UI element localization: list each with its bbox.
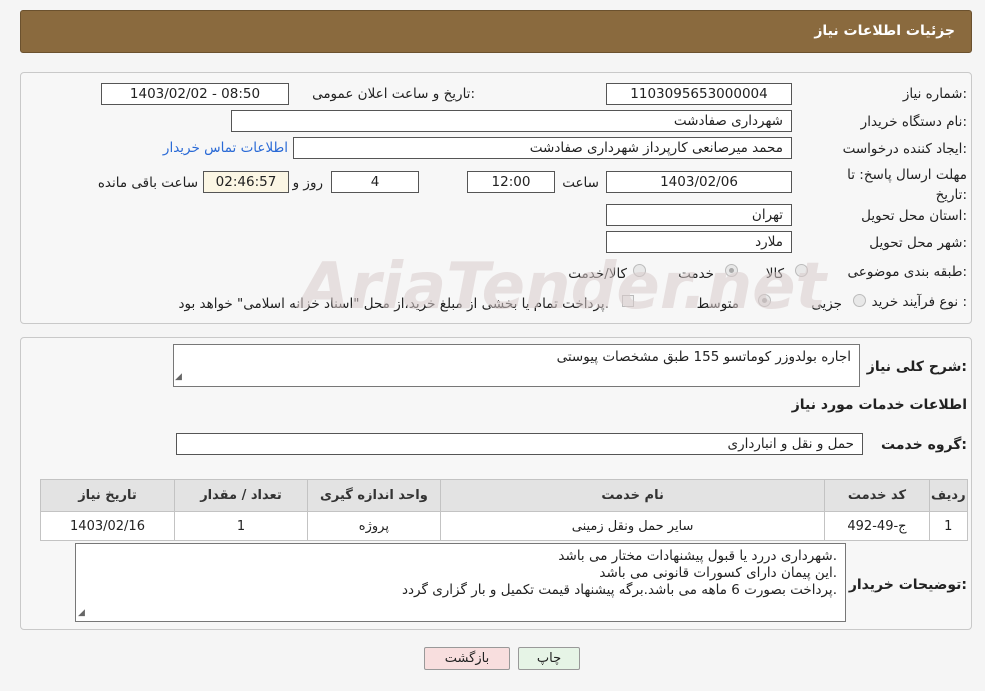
buyer-note-line: شهرداری دررد یا قبول پیشنهادات مختار می …: [558, 548, 837, 564]
description-field: اجاره بولدوزر کوماتسو 155 طبق مشخصات پیو…: [173, 344, 860, 387]
cell-service-name: سایر حمل ونقل زمینی: [439, 511, 826, 541]
deadline-time-label: ساعت: [562, 175, 599, 191]
category-option-goods: کالا: [765, 266, 784, 282]
buyer-field: شهرداری صفادشت: [231, 110, 792, 132]
announce-field: 1403/02/02 - 08:50: [101, 83, 289, 105]
province-field: تهران: [606, 204, 792, 226]
back-button[interactable]: بازگشت: [424, 647, 510, 670]
treasury-payment-note: پرداخت تمام یا بخشی از مبلغ خرید،از محل …: [178, 296, 609, 312]
description-text: اجاره بولدوزر کوماتسو 155 طبق مشخصات پیو…: [556, 349, 851, 365]
need-number-field: 1103095653000004: [606, 83, 792, 105]
col-header-date: تاریخ نیاز: [40, 479, 175, 512]
buyer-notes-field: شهرداری دررد یا قبول پیشنهادات مختار می …: [75, 543, 846, 622]
days-field: 4: [331, 171, 419, 193]
table-row: 1 ج-49-492 سایر حمل ونقل زمینی پروژه 1 1…: [40, 511, 969, 541]
city-label: شهر محل تحویل:: [869, 235, 967, 251]
cell-quantity: 1: [174, 511, 308, 541]
buyer-label: نام دستگاه خریدار:: [860, 114, 967, 130]
days-label: روز و: [292, 175, 323, 191]
category-radio-goods[interactable]: [795, 264, 808, 277]
print-button[interactable]: چاپ: [518, 647, 580, 670]
page-header: جزئیات اطلاعات نیاز: [20, 10, 972, 53]
services-section-title: اطلاعات خدمات مورد نیاز: [791, 397, 967, 413]
cell-need-date: 1403/02/16: [40, 511, 175, 541]
province-label: استان محل تحویل:: [861, 208, 967, 224]
category-option-goods-service: کالا/خدمت: [568, 266, 627, 282]
city-field: ملارد: [606, 231, 792, 253]
deadline-date-field: 1403/02/06: [606, 171, 792, 193]
remaining-label: ساعت باقی مانده: [97, 175, 198, 191]
process-radio-partial[interactable]: [853, 294, 866, 307]
category-radio-service[interactable]: [725, 264, 738, 277]
remaining-time-field: 02:46:57: [203, 171, 289, 193]
creator-field: محمد میرصانعی کارپرداز شهرداری صفادشت: [293, 137, 792, 159]
service-group-label: گروه خدمت:: [881, 437, 967, 453]
need-number-label: شماره نیاز:: [902, 86, 967, 102]
category-radio-goods-service[interactable]: [633, 264, 646, 277]
process-option-medium: متوسط: [696, 296, 739, 312]
process-label: نوع فرآیند خرید :: [871, 294, 967, 310]
buyer-notes-label: توضیحات خریدار:: [848, 577, 967, 593]
cell-unit: پروژه: [306, 511, 441, 541]
buyer-note-line: پرداخت بصورت 6 ماهه می باشد.برگه پیشنهاد…: [402, 582, 837, 598]
category-option-service: خدمت: [678, 266, 714, 282]
buyer-contact-link[interactable]: اطلاعات تماس خریدار: [163, 140, 288, 156]
creator-label: ایجاد کننده درخواست:: [842, 141, 967, 157]
col-header-row: ردیف: [928, 479, 969, 512]
cell-service-code: ج-49-492: [824, 511, 930, 541]
process-radio-medium[interactable]: [758, 294, 771, 307]
col-header-name: نام خدمت: [439, 479, 826, 512]
buyer-note-line: این پیمان دارای کسورات قانونی می باشد.: [599, 565, 837, 581]
col-header-unit: واحد اندازه گیری: [306, 479, 441, 512]
col-header-quantity: تعداد / مقدار: [174, 479, 308, 512]
service-group-field: حمل و نقل و انبارداری: [176, 433, 863, 455]
process-option-partial: جزیی: [811, 296, 842, 312]
services-table: ردیف کد خدمت نام خدمت واحد اندازه گیری ت…: [40, 479, 969, 541]
category-label: طبقه بندی موضوعی:: [847, 264, 967, 280]
deadline-label: مهلت ارسال پاسخ: تا تاریخ:: [847, 167, 967, 203]
page-title: جزئیات اطلاعات نیاز: [814, 23, 955, 39]
table-header-row: ردیف کد خدمت نام خدمت واحد اندازه گیری ت…: [40, 479, 969, 512]
treasury-payment-checkbox[interactable]: [622, 295, 634, 307]
description-label: شرح کلی نیاز:: [866, 359, 967, 375]
deadline-time-field: 12:00: [467, 171, 555, 193]
description-resize-handle[interactable]: ◢: [175, 372, 182, 382]
services-table-wrap: ردیف کد خدمت نام خدمت واحد اندازه گیری ت…: [40, 479, 969, 541]
col-header-code: کد خدمت: [824, 479, 930, 512]
cell-row-number: 1: [928, 511, 969, 541]
announce-label: تاریخ و ساعت اعلان عمومی:: [312, 86, 475, 102]
buyer-notes-resize-handle[interactable]: ◢: [78, 608, 85, 618]
